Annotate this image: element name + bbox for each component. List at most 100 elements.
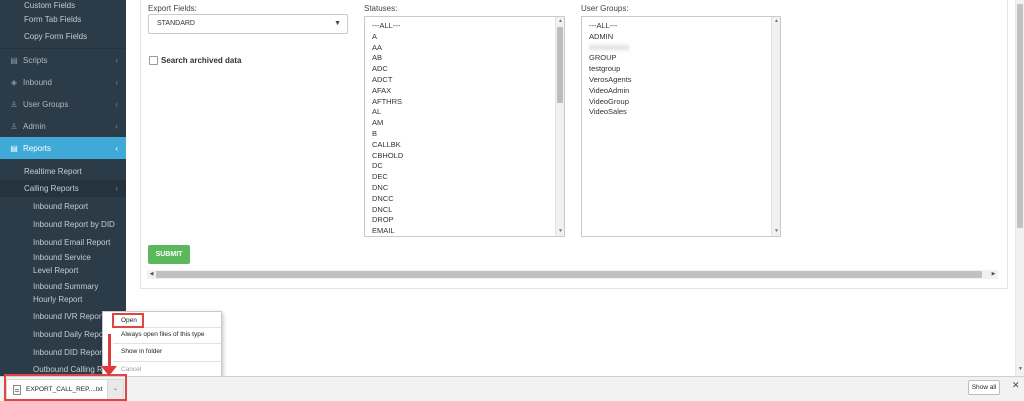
list-item-redacted[interactable]: XXXXXXXX: [582, 43, 780, 54]
open-highlight-box: [112, 313, 144, 328]
user-groups-scrollbar[interactable]: ▲ ▼: [771, 17, 780, 236]
search-archived-option[interactable]: Search archived data: [149, 56, 241, 65]
list-item[interactable]: AM: [365, 118, 564, 129]
list-item[interactable]: DNCL: [365, 205, 564, 216]
scrollbar-thumb[interactable]: [1017, 4, 1023, 228]
sidebar-item-inbound-report-by-did[interactable]: Inbound Report by DID: [0, 217, 126, 231]
sidebar-item-inbound-summary-hourly-report[interactable]: Inbound Summary Hourly Report: [0, 280, 100, 306]
list-item[interactable]: VideoGroup: [582, 97, 780, 108]
menu-item-always-open[interactable]: Always open files of this type: [103, 331, 221, 338]
chevron-down-icon: ‹: [115, 143, 118, 153]
scroll-down-icon[interactable]: ▼: [1016, 365, 1024, 374]
list-item[interactable]: CALLBK: [365, 140, 564, 151]
list-item[interactable]: A: [365, 32, 564, 43]
scroll-up-icon[interactable]: ▲: [772, 17, 780, 26]
sidebar-item-inbound[interactable]: ◈ Inbound ‹: [0, 72, 126, 92]
list-item[interactable]: ---ALL---: [582, 21, 780, 32]
list-item[interactable]: DROP: [365, 215, 564, 226]
list-item[interactable]: VideoAdmin: [582, 86, 780, 97]
sidebar-item-label: Realtime Report: [24, 166, 82, 176]
shield-icon: ◈: [10, 77, 18, 87]
list-item[interactable]: B: [365, 129, 564, 140]
sidebar-item-label: Calling Reports: [24, 184, 79, 193]
chevron-left-icon: ‹: [115, 77, 118, 87]
list-item[interactable]: testgroup: [582, 64, 780, 75]
chevron-left-icon: ‹: [115, 99, 118, 109]
list-item[interactable]: GROUP: [582, 53, 780, 64]
list-item[interactable]: AFAX: [365, 86, 564, 97]
scrollbar-thumb[interactable]: [557, 27, 563, 103]
sidebar-item-label: Custom Fields: [24, 0, 76, 10]
sidebar-item-label: Admin: [23, 121, 46, 131]
list-item[interactable]: DNCC: [365, 194, 564, 205]
list-item[interactable]: AB: [365, 53, 564, 64]
sidebar-item-label: User Groups: [23, 99, 69, 109]
list-item[interactable]: VerosAgents: [582, 75, 780, 86]
sidebar-item-form-tab-fields[interactable]: Form Tab Fields: [0, 12, 126, 26]
search-archived-checkbox[interactable]: [149, 56, 158, 65]
submit-button[interactable]: SUBMIT: [148, 245, 190, 264]
show-all-button[interactable]: Show all: [968, 380, 1000, 395]
annotation-arrow-head: [101, 366, 117, 376]
annotation-arrow-shaft: [108, 334, 111, 368]
sidebar-item-label: Inbound Email Report: [33, 237, 111, 247]
list-item[interactable]: ADC: [365, 64, 564, 75]
list-item[interactable]: ---ALL---: [365, 21, 564, 32]
list-item[interactable]: AA: [365, 43, 564, 54]
chevron-left-icon: ‹: [115, 184, 118, 193]
sidebar-item-inbound-service-level-report[interactable]: Inbound Service Level Report: [0, 251, 100, 277]
user-groups-listbox[interactable]: ---ALL--- ADMIN XXXXXXXX GROUP testgroup…: [581, 16, 781, 237]
list-item[interactable]: ADCT: [365, 75, 564, 86]
menu-item-cancel[interactable]: Cancel: [103, 366, 221, 373]
list-item[interactable]: EMAIL: [365, 226, 564, 236]
sidebar-item-inbound-email-report[interactable]: Inbound Email Report: [0, 235, 126, 249]
list-item[interactable]: AL: [365, 107, 564, 118]
sidebar-item-scripts[interactable]: ▤ Scripts ‹: [0, 50, 126, 70]
sidebar-item-realtime-report[interactable]: Realtime Report: [0, 163, 126, 179]
scroll-down-icon[interactable]: ▼: [772, 227, 780, 236]
sidebar-item-calling-reports[interactable]: Calling Reports ‹: [0, 180, 126, 197]
sidebar-item-label: Scripts: [23, 55, 48, 65]
horizontal-scrollbar[interactable]: ◀ ▶: [147, 270, 998, 279]
scrollbar-thumb[interactable]: [156, 271, 982, 278]
redacted-text: XXXXXXXX: [589, 42, 630, 52]
sidebar-divider: [0, 48, 126, 49]
sidebar-item-inbound-report[interactable]: Inbound Report: [0, 199, 126, 213]
export-fields-select[interactable]: STANDARD ▼: [148, 14, 348, 34]
statuses-listbox[interactable]: ---ALL--- A AA AB ADC ADCT AFAX AFTHRS A…: [364, 16, 565, 237]
scroll-up-icon[interactable]: ▲: [556, 17, 564, 26]
sidebar-item-user-groups[interactable]: ♙ User Groups ‹: [0, 94, 126, 114]
sidebar-item-label: Inbound IVR Report: [33, 311, 104, 321]
sidebar-item-admin[interactable]: ♙ Admin ‹: [0, 116, 126, 136]
list-item[interactable]: AFTHRS: [365, 97, 564, 108]
sidebar-item-label: Inbound Report by DID: [33, 219, 115, 229]
chevron-left-icon: ‹: [115, 55, 118, 65]
list-item[interactable]: VideoSales: [582, 107, 780, 118]
document-icon: ▤: [10, 143, 18, 153]
scroll-down-icon[interactable]: ▼: [556, 227, 564, 236]
scroll-left-icon[interactable]: ◀: [147, 270, 156, 279]
export-fields-value: STANDARD: [157, 20, 195, 27]
download-highlight-box: [4, 374, 127, 401]
sidebar-item-custom-fields[interactable]: Custom Fields: [0, 0, 126, 10]
list-item[interactable]: DEC: [365, 172, 564, 183]
sidebar-item-label: Copy Form Fields: [24, 31, 88, 41]
sidebar-item-label: Reports: [23, 143, 52, 153]
close-icon[interactable]: ✕: [1012, 380, 1020, 391]
search-archived-label: Search archived data: [161, 56, 242, 65]
sidebar-item-copy-form-fields[interactable]: Copy Form Fields: [0, 29, 126, 43]
scroll-right-icon[interactable]: ▶: [989, 270, 998, 279]
sidebar-item-label: Inbound: [23, 77, 52, 87]
document-icon: ▤: [10, 55, 18, 65]
statuses-scrollbar[interactable]: ▲ ▼: [555, 17, 564, 236]
list-item[interactable]: CBHOLD: [365, 151, 564, 162]
menu-item-show-in-folder[interactable]: Show in folder: [103, 348, 221, 355]
list-item[interactable]: ADMIN: [582, 32, 780, 43]
download-bar: EXPORT_CALL_REP....txt ⌄: [0, 376, 1024, 401]
sidebar-item-reports[interactable]: ▤ Reports ‹: [0, 137, 126, 159]
user-groups-label: User Groups:: [581, 4, 629, 13]
page-scrollbar[interactable]: ▼: [1015, 0, 1024, 376]
menu-separator: [113, 343, 221, 344]
list-item[interactable]: DNC: [365, 183, 564, 194]
list-item[interactable]: DC: [365, 161, 564, 172]
